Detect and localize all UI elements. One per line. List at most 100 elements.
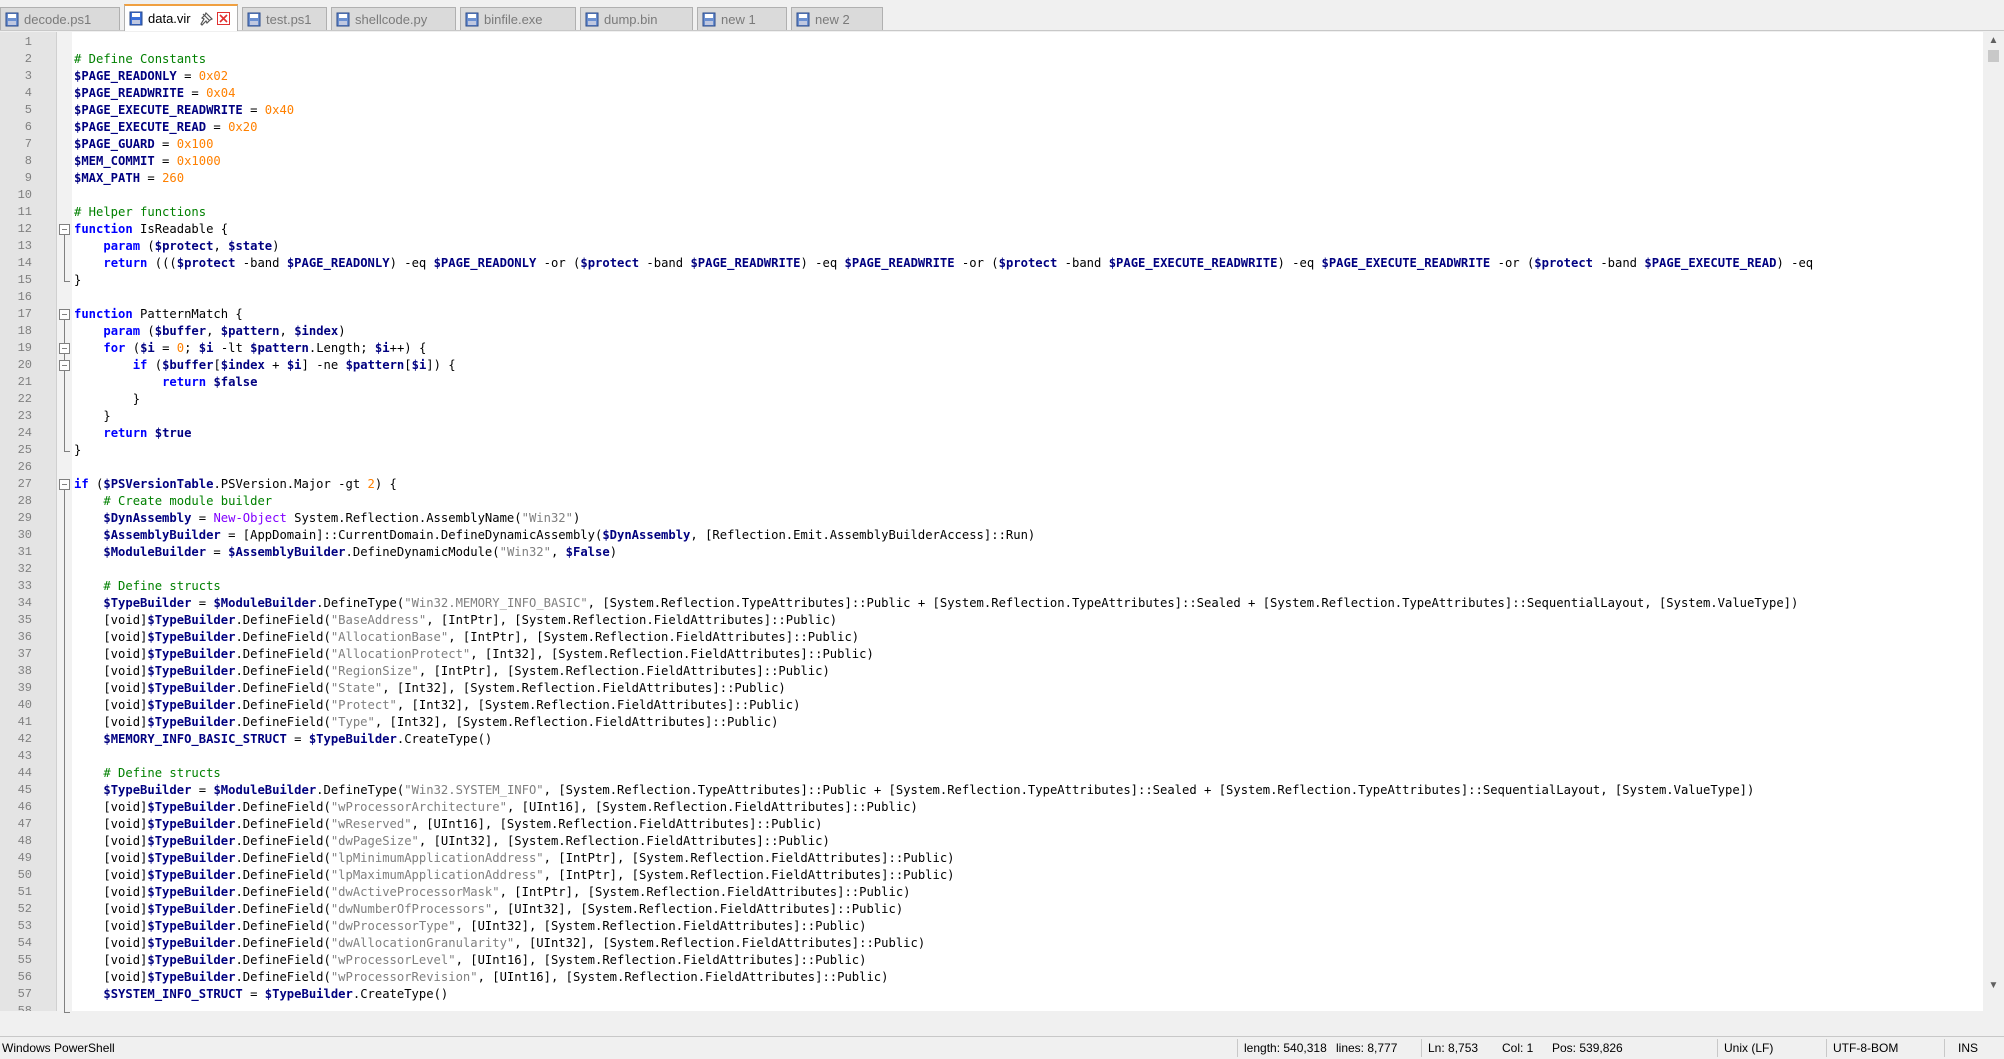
code-token: $i bbox=[140, 341, 155, 355]
code-line[interactable]: $MAX_PATH = 260 bbox=[74, 170, 184, 187]
vertical-scrollbar[interactable]: ▲ ▼ bbox=[1983, 32, 2004, 1014]
code-token: [void] bbox=[74, 698, 148, 712]
editor-area[interactable]: 1 2 3 4 5 6 7 8 9 10 11 12 13 14 15 16 17 18 19 20 21 22 23 24 2… bbox=[0, 32, 2004, 1014]
vertical-scroll-thumb[interactable] bbox=[1988, 50, 1999, 62]
code-line[interactable]: return $false bbox=[74, 374, 257, 391]
code-line[interactable]: $PAGE_GUARD = 0x100 bbox=[74, 136, 213, 153]
code-line[interactable]: [void]$TypeBuilder.DefineField("wProcess… bbox=[74, 969, 888, 986]
code-line[interactable]: $TypeBuilder = $ModuleBuilder.DefineType… bbox=[74, 595, 1798, 612]
code-line[interactable]: # Define structs bbox=[74, 578, 220, 595]
line-number: 40 bbox=[17, 698, 32, 712]
code-line[interactable]: [void]$TypeBuilder.DefineField("State", … bbox=[74, 680, 785, 697]
code-line[interactable]: $MEM_COMMIT = 0x1000 bbox=[74, 153, 221, 170]
fold-collapse-icon[interactable] bbox=[59, 309, 70, 320]
code-line[interactable]: [void]$TypeBuilder.DefineField("Protect"… bbox=[74, 697, 800, 714]
code-line[interactable]: [void]$TypeBuilder.DefineField("RegionSi… bbox=[74, 663, 829, 680]
code-line[interactable]: param ($buffer, $pattern, $index) bbox=[74, 323, 345, 340]
code-line[interactable]: [void]$TypeBuilder.DefineField("Type", [… bbox=[74, 714, 778, 731]
code-line[interactable]: $TypeBuilder = $ModuleBuilder.DefineType… bbox=[74, 782, 1754, 799]
tab-data-vir[interactable]: data.vir bbox=[124, 4, 238, 31]
code-token: for bbox=[103, 341, 126, 355]
fold-collapse-icon[interactable] bbox=[59, 224, 70, 235]
code-line[interactable]: } bbox=[74, 272, 81, 289]
code-token: $TypeBuilder bbox=[147, 647, 236, 661]
tab-binfile-exe[interactable]: binfile.exe bbox=[460, 7, 576, 30]
code-line[interactable]: [void]$TypeBuilder.DefineField("BaseAddr… bbox=[74, 612, 837, 629]
code-view[interactable]: # Define Constants $PAGE_READONLY = 0x02 $… bbox=[74, 32, 1978, 1010]
code-line[interactable]: $DynAssembly = New-Object System.Reflect… bbox=[74, 510, 580, 527]
code-line[interactable]: if ($PSVersionTable.PSVersion.Major -gt … bbox=[74, 476, 397, 493]
code-token: ) -eq bbox=[800, 256, 845, 270]
tab-shellcode-py[interactable]: shellcode.py bbox=[331, 7, 456, 30]
code-line[interactable]: [void]$TypeBuilder.DefineField("wProcess… bbox=[74, 952, 866, 969]
status-eol[interactable]: Unix (LF) bbox=[1724, 1041, 1773, 1055]
code-line[interactable]: return ((($protect -band $PAGE_READONLY)… bbox=[74, 255, 1813, 272]
code-token: [void] bbox=[74, 834, 148, 848]
code-line[interactable]: } bbox=[74, 391, 140, 408]
status-encoding[interactable]: UTF-8-BOM bbox=[1833, 1041, 1898, 1055]
code-token: .PSVersion.Major -gt bbox=[213, 477, 368, 491]
tab-dump-bin[interactable]: dump.bin bbox=[580, 7, 693, 30]
code-line[interactable]: return $true bbox=[74, 425, 191, 442]
close-tab-icon[interactable] bbox=[216, 12, 230, 25]
code-line[interactable]: function IsReadable { bbox=[74, 221, 228, 238]
code-line[interactable]: [void]$TypeBuilder.DefineField("dwProces… bbox=[74, 918, 866, 935]
pin-icon[interactable] bbox=[199, 11, 213, 26]
code-line[interactable]: $MEMORY_INFO_BASIC_STRUCT = $TypeBuilder… bbox=[74, 731, 492, 748]
code-line[interactable]: $PAGE_EXECUTE_READWRITE = 0x40 bbox=[74, 102, 294, 119]
code-line[interactable]: for ($i = 0; $i -lt $pattern.Length; $i+… bbox=[74, 340, 426, 357]
tab-test-ps1[interactable]: test.ps1 bbox=[242, 7, 327, 30]
tab-decode-ps1[interactable]: decode.ps1 bbox=[0, 7, 120, 30]
code-line[interactable]: $AssemblyBuilder = [AppDomain]::CurrentD… bbox=[74, 527, 1035, 544]
code-token: , [IntPtr], [System.Reflection.FieldAttr… bbox=[543, 851, 955, 865]
horizontal-scrollbar[interactable]: ◀ ▶ bbox=[0, 1011, 1983, 1014]
code-line[interactable]: # Define structs bbox=[74, 765, 220, 782]
scroll-up-arrow-icon[interactable]: ▲ bbox=[1983, 32, 2004, 49]
code-line[interactable]: [void]$TypeBuilder.DefineField("wProcess… bbox=[74, 799, 918, 816]
scroll-right-arrow-icon[interactable]: ▶ bbox=[1966, 1011, 1983, 1014]
code-token: .DefineField( bbox=[235, 885, 331, 899]
code-line[interactable]: [void]$TypeBuilder.DefineField("lpMinimu… bbox=[74, 850, 955, 867]
code-line[interactable]: $PAGE_READONLY = 0x02 bbox=[74, 68, 228, 85]
code-line[interactable]: } bbox=[74, 408, 110, 425]
code-token: "lpMaximumApplicationAddress" bbox=[330, 868, 544, 882]
code-line[interactable]: [void]$TypeBuilder.DefineField("lpMaximu… bbox=[74, 867, 954, 884]
code-line[interactable]: # Helper functions bbox=[74, 204, 206, 221]
code-line[interactable]: # Define Constants bbox=[74, 51, 206, 68]
code-token: , bbox=[279, 324, 295, 338]
status-col: Col: 1 bbox=[1502, 1041, 1534, 1055]
code-line[interactable]: [void]$TypeBuilder.DefineField("dwPageSi… bbox=[74, 833, 829, 850]
code-line[interactable]: $SYSTEM_INFO_STRUCT = $TypeBuilder.Creat… bbox=[74, 986, 448, 1003]
tab-new-1[interactable]: new 1 bbox=[697, 7, 787, 30]
code-line[interactable]: # Create module builder bbox=[74, 493, 272, 510]
code-line[interactable]: } bbox=[74, 442, 81, 459]
code-line[interactable]: if ($buffer[$index + $i] -ne $pattern[$i… bbox=[74, 357, 456, 374]
line-number: 20 bbox=[17, 358, 32, 372]
tab-new-2[interactable]: new 2 bbox=[791, 7, 883, 30]
code-token: } bbox=[74, 443, 82, 457]
code-line[interactable]: [void]$TypeBuilder.DefineField("Allocati… bbox=[74, 646, 873, 663]
code-token: "wProcessorLevel" bbox=[330, 953, 456, 967]
code-line[interactable]: [void]$TypeBuilder.DefineField("wReserve… bbox=[74, 816, 822, 833]
code-token: $PAGE_EXECUTE_READWRITE bbox=[1321, 256, 1491, 270]
code-token: $TypeBuilder bbox=[147, 834, 236, 848]
saved-file-icon bbox=[336, 12, 350, 26]
code-line[interactable]: function PatternMatch { bbox=[74, 306, 243, 323]
scroll-left-arrow-icon[interactable]: ◀ bbox=[0, 1011, 17, 1014]
fold-collapse-icon[interactable] bbox=[59, 479, 70, 490]
code-line[interactable]: $PAGE_EXECUTE_READ = 0x20 bbox=[74, 119, 257, 136]
code-line[interactable]: $ModuleBuilder = $AssemblyBuilder.Define… bbox=[74, 544, 617, 561]
status-insert-mode[interactable]: INS bbox=[1958, 1041, 1978, 1055]
code-line[interactable]: [void]$TypeBuilder.DefineField("dwActive… bbox=[74, 884, 910, 901]
code-line[interactable]: $PAGE_READWRITE = 0x04 bbox=[74, 85, 235, 102]
fold-collapse-icon[interactable] bbox=[59, 360, 70, 371]
code-line[interactable]: [void]$TypeBuilder.DefineField("dwAlloca… bbox=[74, 935, 925, 952]
line-number: 3 bbox=[24, 69, 32, 83]
code-line[interactable]: param ($protect, $state) bbox=[74, 238, 279, 255]
code-line[interactable]: [void]$TypeBuilder.DefineField("dwNumber… bbox=[74, 901, 903, 918]
scroll-down-arrow-icon[interactable]: ▼ bbox=[1983, 977, 2004, 994]
code-token: "wReserved" bbox=[330, 817, 412, 831]
fold-line bbox=[64, 490, 65, 1012]
fold-collapse-icon[interactable] bbox=[59, 343, 70, 354]
code-line[interactable]: [void]$TypeBuilder.DefineField("Allocati… bbox=[74, 629, 859, 646]
